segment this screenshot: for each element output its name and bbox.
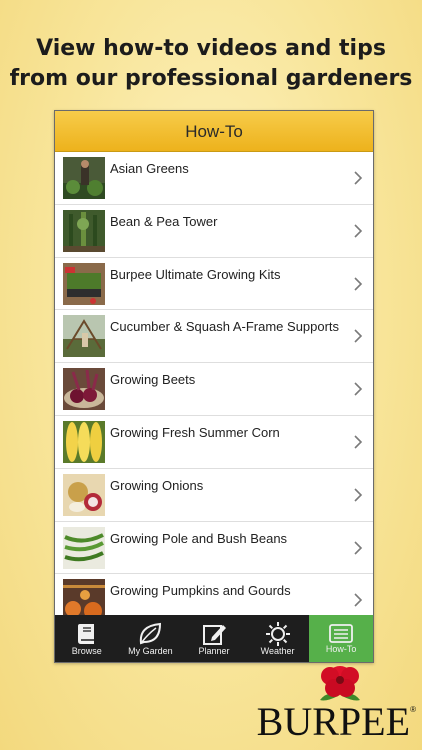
pencil-icon <box>202 625 226 645</box>
item-label: Bean & Pea Tower <box>110 213 218 229</box>
item-label: Growing Beets <box>110 372 196 388</box>
item-label: Growing Pumpkins and Gourds <box>110 583 291 599</box>
list-item[interactable]: Growing Beets <box>55 363 373 416</box>
item-label: Burpee Ultimate Growing Kits <box>110 266 281 282</box>
registered-mark: ® <box>410 705 416 714</box>
pumpkins-photo <box>63 579 105 615</box>
brand-name: BURPEE <box>256 699 410 744</box>
list-item[interactable]: Bean & Pea Tower <box>55 204 373 258</box>
leaf-icon <box>140 622 162 645</box>
tab-browse[interactable]: Browse <box>55 615 119 662</box>
growing-kit-photo <box>63 262 105 305</box>
tab-bar: Browse My Garden Planner Weather How-To <box>55 615 373 662</box>
tab-label: How-To <box>325 644 357 654</box>
chevron-right-icon <box>354 435 363 449</box>
list-item[interactable]: Cucumber & Squash A-Frame Supports <box>55 310 373 364</box>
aframe-photo <box>63 315 105 358</box>
tab-label: Weather <box>260 646 295 656</box>
chevron-right-icon <box>354 541 363 555</box>
navigation-bar: How-To <box>55 111 373 152</box>
list-item[interactable]: Growing Pole and Bush Beans <box>55 521 373 575</box>
item-label: Cucumber & Squash A-Frame Supports <box>110 319 340 335</box>
app-screen: How-To Asian Greens Bean & Pea Tower Bur… <box>54 110 374 663</box>
book-icon <box>77 624 94 644</box>
chevron-right-icon <box>354 277 363 291</box>
tab-weather[interactable]: Weather <box>246 615 310 662</box>
greens-photo <box>63 157 105 199</box>
sun-icon <box>265 622 290 646</box>
onions-photo <box>63 473 105 516</box>
chevron-right-icon <box>354 488 363 502</box>
item-label: Growing Fresh Summer Corn <box>110 424 280 440</box>
tab-label: My Garden <box>128 646 173 656</box>
list-item[interactable]: Burpee Ultimate Growing Kits <box>55 257 373 311</box>
list-item[interactable]: Growing Fresh Summer Corn <box>55 415 373 469</box>
item-label: Growing Onions <box>110 477 204 493</box>
promo-headline: View how-to videos and tips from our pro… <box>0 34 422 94</box>
burpee-logo: BURPEE ® <box>218 664 416 744</box>
tab-label: Planner <box>198 646 230 656</box>
beets-photo <box>63 368 105 411</box>
tab-my-garden[interactable]: My Garden <box>119 615 183 662</box>
chevron-right-icon <box>354 171 363 185</box>
headline-line-1: View how-to videos and tips <box>36 36 386 61</box>
item-label: Growing Pole and Bush Beans <box>110 530 288 546</box>
beans-photo <box>63 526 105 569</box>
list-item[interactable]: Growing Pumpkins and Gourds <box>55 574 373 615</box>
item-label: Asian Greens <box>110 161 189 176</box>
list-item[interactable]: Asian Greens <box>55 152 373 205</box>
tab-how-to[interactable]: How-To <box>309 615 373 662</box>
tab-planner[interactable]: Planner <box>182 615 246 662</box>
headline-line-2: from our professional gardeners <box>9 66 413 91</box>
bean-tower-photo <box>63 209 105 252</box>
list-item[interactable]: Growing Onions <box>55 468 373 522</box>
tab-label: Browse <box>71 646 102 656</box>
how-to-list[interactable]: Asian Greens Bean & Pea Tower Burpee Ult… <box>55 152 373 615</box>
chevron-right-icon <box>354 382 363 396</box>
corn-photo <box>63 420 105 463</box>
chevron-right-icon <box>354 224 363 238</box>
page-title: How-To <box>185 122 243 141</box>
chevron-right-icon <box>354 329 363 343</box>
chevron-right-icon <box>354 593 363 607</box>
